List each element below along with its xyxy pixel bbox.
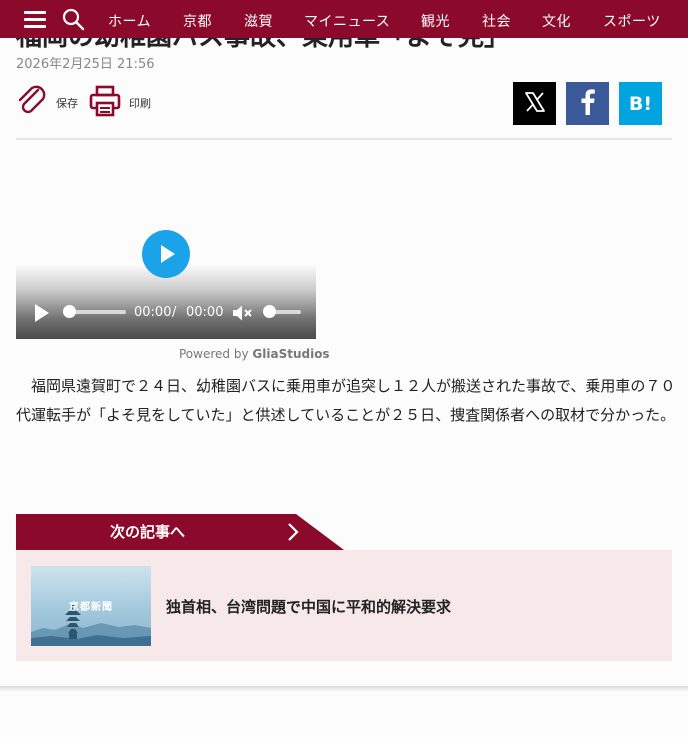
powered-by-brand: GliaStudios xyxy=(252,347,330,361)
time-separator: / xyxy=(172,305,177,320)
top-navigation-bar: ホーム 京都 滋賀 マイニュース 観光 社会 文化 スポーツ xyxy=(0,0,688,38)
play-control-icon[interactable] xyxy=(35,304,51,322)
powered-by-prefix: Powered by xyxy=(179,347,249,361)
article-body: 福岡県遠賀町で２４日、幼稚園バスに乗用車が追突し１２人が搬送された事故で、乗用車… xyxy=(16,377,676,424)
nav-item-shakai[interactable]: 社会 xyxy=(482,11,511,31)
powered-by-credit: Powered by GliaStudios xyxy=(179,347,330,361)
duration-time: 00:00 xyxy=(186,305,224,320)
mute-icon[interactable] xyxy=(232,304,252,322)
next-article-thumbnail[interactable]: 京都新聞 xyxy=(31,566,151,646)
volume-handle[interactable] xyxy=(263,305,276,318)
nav-item-kanko[interactable]: 観光 xyxy=(421,11,450,31)
article-date: 2026年2月25日 21:56 xyxy=(16,57,155,72)
print-label: 印刷 xyxy=(129,97,151,110)
next-article-title[interactable]: 独首相、台湾問題で中国に平和的解決要求 xyxy=(166,596,451,617)
nav-item-kyoto[interactable]: 京都 xyxy=(183,11,212,31)
nav-item-home[interactable]: ホーム xyxy=(108,11,151,31)
paperclip-icon xyxy=(16,84,48,122)
main-nav: ホーム 京都 滋賀 マイニュース 観光 社会 文化 スポーツ xyxy=(0,0,688,38)
save-label: 保存 xyxy=(56,97,78,110)
thumbnail-logo-text: 京都新聞 xyxy=(69,602,113,613)
next-article-label: 次の記事へ xyxy=(110,523,186,541)
save-button[interactable]: 保存 xyxy=(16,84,78,122)
share-facebook-button[interactable] xyxy=(566,82,609,125)
printer-icon xyxy=(89,85,121,121)
seek-handle[interactable] xyxy=(63,305,76,318)
x-logo-icon xyxy=(524,91,546,117)
footer-divider xyxy=(0,686,688,692)
share-x-button[interactable] xyxy=(513,82,556,125)
chevron-right-icon[interactable] xyxy=(285,521,301,543)
nav-item-sports[interactable]: スポーツ xyxy=(603,11,661,31)
share-hatena-button[interactable]: B! xyxy=(619,82,662,125)
nav-item-mynews[interactable]: マイニュース xyxy=(304,11,390,31)
nav-item-shiga[interactable]: 滋賀 xyxy=(244,11,273,31)
facebook-icon xyxy=(580,88,596,119)
current-time: 00:00 xyxy=(134,305,172,320)
hatena-bookmark-icon: B! xyxy=(628,92,653,115)
print-button[interactable]: 印刷 xyxy=(89,85,151,121)
nav-item-bunka[interactable]: 文化 xyxy=(542,11,571,31)
big-play-button[interactable] xyxy=(142,230,190,278)
divider xyxy=(16,138,672,140)
